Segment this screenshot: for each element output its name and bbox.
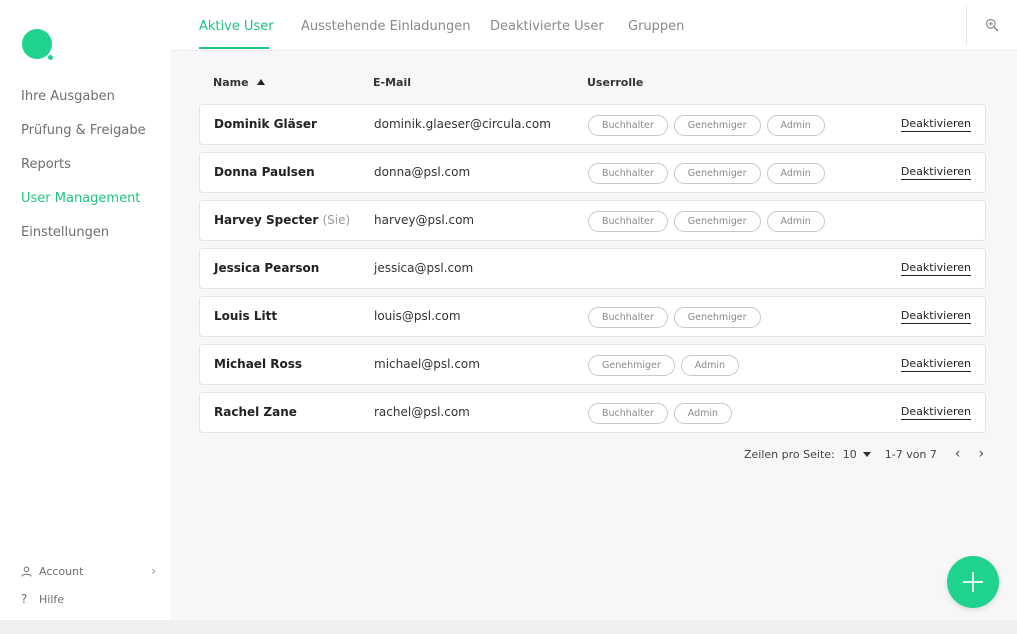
user-roles: Buchhalter Genehmiger Admin	[588, 163, 825, 184]
sidebar-footer: Account › ? Hilfe	[21, 557, 156, 613]
user-email: jessica@psl.com	[374, 261, 474, 275]
user-email: harvey@psl.com	[374, 213, 475, 227]
user-name-text: Dominik Gläser	[214, 117, 317, 131]
pagination: Zeilen pro Seite: 10 1-7 von 7 ‹ ›	[744, 446, 984, 462]
page-range: 1-7 von 7	[884, 447, 937, 461]
role-chip[interactable]: Genehmiger	[588, 355, 675, 376]
main-content: Aktive User Ausstehende Einladungen Deak…	[171, 0, 1017, 620]
column-header-role: Userrolle	[587, 76, 644, 89]
user-roles: Genehmiger Admin	[588, 355, 740, 376]
user-roles: Buchhalter Genehmiger	[588, 307, 761, 328]
role-chip[interactable]: Admin	[766, 115, 825, 136]
column-header-email: E-Mail	[373, 76, 411, 89]
sidebar-item-user-management[interactable]: User Management	[21, 189, 146, 223]
user-icon	[21, 566, 39, 577]
sidebar-item-ausgaben[interactable]: Ihre Ausgaben	[21, 87, 146, 121]
table-row: Harvey Specter (Sie) harvey@psl.com Buchha…	[199, 200, 986, 241]
user-email: rachel@psl.com	[374, 405, 470, 419]
user-name-text: Harvey Specter	[214, 213, 319, 227]
deactivate-button[interactable]: Deaktivieren	[900, 405, 971, 420]
user-name: Louis Litt	[214, 309, 277, 323]
sort-ascending-icon	[256, 79, 265, 85]
deactivate-button[interactable]: Deaktivieren	[900, 261, 971, 276]
caret-down-icon	[862, 451, 871, 457]
tab-bar: Aktive User Ausstehende Einladungen Deak…	[171, 0, 1017, 51]
rows-per-page-select[interactable]: 10	[843, 448, 871, 461]
circula-logo[interactable]	[22, 29, 52, 59]
help-label: Hilfe	[39, 592, 65, 606]
role-chip[interactable]: Buchhalter	[588, 115, 668, 136]
user-name-text: Louis Litt	[214, 309, 278, 323]
table-row: Louis Litt louis@psl.com Buchhalter Genehmi…	[199, 296, 986, 337]
table-row: Donna Paulsen donna@psl.com Buchhalter Gene…	[199, 152, 986, 193]
role-chip[interactable]: Buchhalter	[588, 307, 668, 328]
user-roles: Buchhalter Admin	[588, 403, 733, 424]
account-link[interactable]: Account ›	[21, 557, 156, 585]
tab-ausstehende-einladungen[interactable]: Ausstehende Einladungen	[301, 19, 471, 34]
user-name-text: Michael Ross	[214, 357, 303, 371]
sidebar: Ihre Ausgaben Prüfung & Freigabe Reports…	[0, 0, 171, 620]
table-row: Dominik Gläser dominik.glaeser@circula.co…	[199, 104, 986, 145]
role-chip[interactable]: Buchhalter	[588, 403, 668, 424]
role-chip[interactable]: Genehmiger	[673, 211, 761, 232]
plus-icon	[963, 572, 983, 592]
user-roles: Buchhalter Genehmiger Admin	[588, 211, 825, 232]
tab-aktive-user[interactable]: Aktive User	[199, 19, 274, 34]
zoom-in-icon[interactable]	[985, 17, 1003, 35]
table-row: Jessica Pearson jessica@psl.com Deaktivier…	[199, 248, 986, 289]
logo-dot	[48, 55, 53, 60]
tab-deaktivierte-user[interactable]: Deaktivierte User	[490, 19, 604, 34]
user-name: Dominik Gläser	[214, 117, 317, 131]
user-name: Jessica Pearson	[214, 261, 319, 275]
table-row: Michael Ross michael@psl.com Genehmiger Adm…	[199, 344, 986, 385]
role-chip[interactable]: Genehmiger	[673, 115, 761, 136]
sidebar-item-reports[interactable]: Reports	[21, 155, 146, 189]
user-email: dominik.glaeser@circula.com	[374, 117, 551, 131]
rows-per-page-value: 10	[842, 447, 857, 461]
role-chip[interactable]: Admin	[766, 163, 825, 184]
sidebar-nav: Ihre Ausgaben Prüfung & Freigabe Reports…	[21, 87, 146, 257]
deactivate-button[interactable]: Deaktivieren	[900, 117, 971, 132]
question-icon: ?	[21, 592, 28, 606]
role-chip[interactable]: Buchhalter	[588, 163, 668, 184]
column-header-name[interactable]: Name	[213, 76, 265, 89]
account-label: Account	[39, 564, 84, 578]
role-chip[interactable]: Admin	[680, 355, 740, 376]
help-link[interactable]: ? Hilfe	[21, 585, 156, 613]
add-user-button[interactable]	[947, 556, 999, 608]
current-user-suffix: (Sie)	[322, 213, 351, 227]
role-chip[interactable]: Admin	[673, 403, 733, 424]
role-chip[interactable]: Admin	[766, 211, 825, 232]
user-name-text: Rachel Zane	[214, 405, 297, 419]
chevron-right-icon: ›	[151, 564, 156, 578]
user-roles: Buchhalter Genehmiger Admin	[588, 115, 825, 136]
sidebar-item-pruefung[interactable]: Prüfung & Freigabe	[21, 121, 146, 155]
active-tab-indicator	[199, 47, 269, 49]
user-email: michael@psl.com	[374, 357, 480, 371]
deactivate-button[interactable]: Deaktivieren	[900, 309, 971, 324]
column-header-name-label: Name	[213, 76, 249, 89]
user-name-text: Donna Paulsen	[214, 165, 315, 179]
role-chip[interactable]: Genehmiger	[673, 163, 761, 184]
chevron-right-icon[interactable]: ›	[979, 446, 985, 462]
bottom-strip	[0, 620, 1017, 634]
deactivate-button[interactable]: Deaktivieren	[900, 357, 971, 372]
user-name: Michael Ross	[214, 357, 302, 371]
rows-per-page-label: Zeilen pro Seite:	[744, 447, 835, 461]
role-chip[interactable]: Buchhalter	[588, 211, 668, 232]
tab-gruppen[interactable]: Gruppen	[628, 19, 684, 34]
user-name: Harvey Specter (Sie)	[214, 213, 350, 227]
sidebar-item-einstellungen[interactable]: Einstellungen	[21, 223, 146, 257]
tab-divider	[966, 6, 967, 46]
user-email: louis@psl.com	[374, 309, 461, 323]
user-name: Rachel Zane	[214, 405, 297, 419]
chevron-left-icon[interactable]: ‹	[955, 446, 961, 462]
role-chip[interactable]: Genehmiger	[673, 307, 761, 328]
deactivate-button[interactable]: Deaktivieren	[900, 165, 971, 180]
table-row: Rachel Zane rachel@psl.com Buchhalter Admin…	[199, 392, 986, 433]
user-name-text: Jessica Pearson	[214, 261, 320, 275]
user-email: donna@psl.com	[374, 165, 471, 179]
user-name: Donna Paulsen	[214, 165, 315, 179]
